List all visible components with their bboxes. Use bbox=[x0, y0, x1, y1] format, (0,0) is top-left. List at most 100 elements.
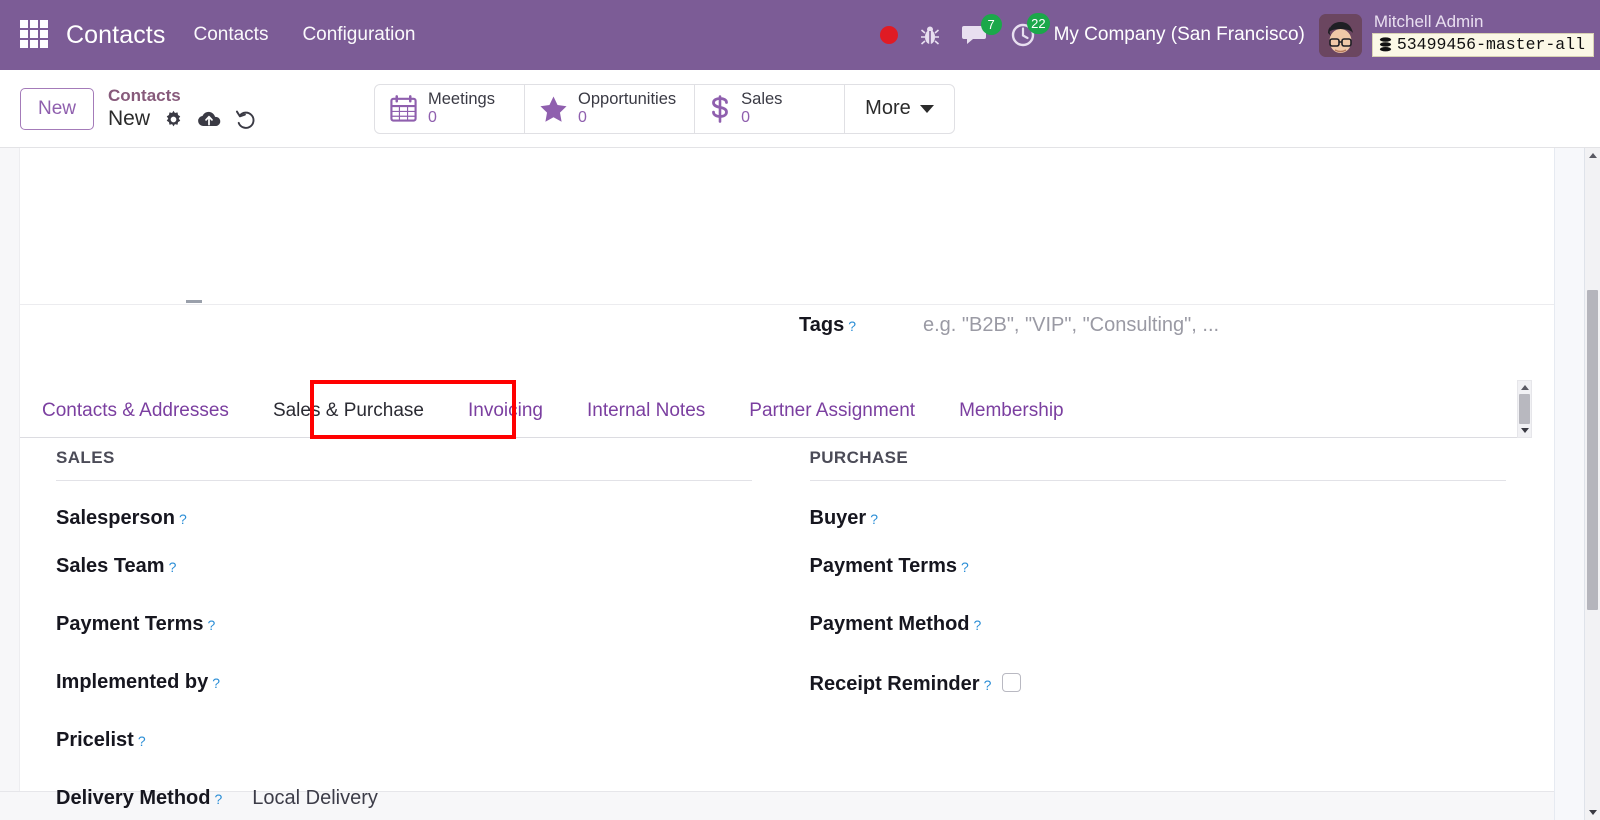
control-panel: New Contacts New bbox=[0, 70, 1600, 148]
discard-undo-icon[interactable] bbox=[235, 109, 256, 129]
user-name-label: Mitchell Admin bbox=[1372, 13, 1594, 31]
activities-badge: 22 bbox=[1027, 13, 1049, 34]
star-icon bbox=[539, 95, 568, 123]
stat-button-meetings[interactable]: Meetings 0 bbox=[375, 85, 525, 133]
page-scroll-down-arrow-icon[interactable] bbox=[1585, 805, 1600, 819]
activities-clock-icon[interactable]: 22 bbox=[1010, 22, 1036, 48]
tags-field-row: Tags ? e.g. "B2B", "VIP", "Consulting", … bbox=[799, 314, 1219, 337]
field-row-payment-method[interactable]: Payment Method ? bbox=[810, 597, 1521, 655]
page-scroll-up-arrow-icon[interactable] bbox=[1585, 148, 1600, 162]
chevron-down-icon bbox=[920, 105, 934, 113]
field-help-icon-sales-payment-terms[interactable]: ? bbox=[207, 617, 215, 633]
field-label-implemented-by: Implemented by bbox=[56, 671, 208, 694]
database-icon bbox=[1379, 37, 1392, 52]
field-value-delivery-method[interactable]: Local Delivery bbox=[252, 787, 378, 810]
record-dot-icon[interactable] bbox=[880, 26, 898, 44]
stat-label-sales: Sales bbox=[741, 90, 782, 109]
stat-buttons-group: Meetings 0 Opportunities 0 bbox=[374, 84, 955, 134]
field-row-sales-team[interactable]: Sales Team ? bbox=[56, 539, 767, 597]
stat-label-meetings: Meetings bbox=[428, 90, 495, 109]
field-help-icon-sales-team[interactable]: ? bbox=[169, 559, 177, 575]
partially-scrolled-input-underline[interactable] bbox=[186, 300, 202, 303]
page-scroll-gutter bbox=[1554, 148, 1584, 820]
field-help-icon-implemented-by[interactable]: ? bbox=[212, 675, 220, 691]
cloud-upload-icon[interactable] bbox=[197, 110, 221, 129]
field-help-icon-payment-method[interactable]: ? bbox=[974, 617, 982, 633]
breadcrumb-parent-contacts[interactable]: Contacts bbox=[108, 86, 256, 106]
field-row-pricelist[interactable]: Pricelist ? bbox=[56, 713, 767, 771]
stat-button-sales[interactable]: Sales 0 bbox=[695, 85, 845, 133]
new-button[interactable]: New bbox=[20, 88, 94, 130]
field-help-icon-buyer[interactable]: ? bbox=[870, 511, 878, 527]
field-row-purchase-payment-terms[interactable]: Payment Terms ? bbox=[810, 539, 1521, 597]
field-row-delivery-method[interactable]: Delivery Method ? Local Delivery bbox=[56, 771, 767, 820]
navbar-system-icons: 7 22 bbox=[880, 22, 1036, 48]
menu-item-configuration[interactable]: Configuration bbox=[300, 18, 417, 52]
field-label-sales-team: Sales Team bbox=[56, 555, 165, 578]
breadcrumb-current-record: New bbox=[108, 107, 150, 131]
field-row-receipt-reminder[interactable]: Receipt Reminder ? bbox=[810, 655, 1521, 713]
tags-label: Tags bbox=[799, 314, 844, 337]
user-menu[interactable]: Mitchell Admin 53499456-master-all bbox=[1372, 13, 1594, 57]
tags-help-icon[interactable]: ? bbox=[848, 318, 856, 334]
menu-item-contacts[interactable]: Contacts bbox=[191, 18, 270, 52]
page-scrollbar[interactable] bbox=[1584, 148, 1600, 820]
form-viewport: Tags ? e.g. "B2B", "VIP", "Consulting", … bbox=[0, 148, 1600, 820]
stat-button-opportunities[interactable]: Opportunities 0 bbox=[525, 85, 695, 133]
group-title-purchase: PURCHASE bbox=[810, 448, 1506, 481]
tab-content-columns: SALES Salesperson ? Sales Team ? Payment… bbox=[0, 448, 1520, 820]
apps-grid-icon[interactable] bbox=[20, 20, 50, 50]
app-brand-title[interactable]: Contacts bbox=[66, 21, 165, 50]
group-purchase: PURCHASE Buyer ? Payment Terms ? Payment… bbox=[810, 448, 1521, 820]
field-label-payment-method: Payment Method bbox=[810, 613, 970, 636]
notebook-scrollbar-thumb[interactable] bbox=[1519, 394, 1530, 424]
field-help-icon-delivery-method[interactable]: ? bbox=[214, 791, 222, 807]
breadcrumb-current-row: New bbox=[108, 107, 256, 131]
tab-sales-and-purchase[interactable]: Sales & Purchase bbox=[251, 400, 446, 437]
form-notebook-tabs: Contacts & Addresses Sales & Purchase In… bbox=[20, 382, 1517, 438]
top-navbar: Contacts Contacts Configuration 7 bbox=[0, 0, 1600, 70]
gear-icon[interactable] bbox=[164, 110, 183, 129]
bug-icon[interactable] bbox=[920, 24, 940, 46]
tags-input[interactable]: e.g. "B2B", "VIP", "Consulting", ... bbox=[923, 314, 1219, 337]
calendar-icon bbox=[389, 94, 418, 123]
tab-contacts-and-addresses[interactable]: Contacts & Addresses bbox=[20, 400, 251, 437]
stat-value-sales: 0 bbox=[741, 109, 782, 127]
field-row-sales-payment-terms[interactable]: Payment Terms ? bbox=[56, 597, 767, 655]
group-sales: SALES Salesperson ? Sales Team ? Payment… bbox=[56, 448, 767, 820]
field-help-icon-purchase-payment-terms[interactable]: ? bbox=[961, 559, 969, 575]
page-scrollbar-thumb[interactable] bbox=[1587, 290, 1598, 610]
field-label-pricelist: Pricelist bbox=[56, 729, 134, 752]
field-help-icon-salesperson[interactable]: ? bbox=[179, 511, 187, 527]
more-stat-buttons-dropdown[interactable]: More bbox=[845, 85, 954, 133]
field-row-implemented-by[interactable]: Implemented by ? bbox=[56, 655, 767, 713]
messages-badge: 7 bbox=[981, 14, 1002, 35]
user-avatar[interactable] bbox=[1319, 14, 1362, 57]
database-name-text: 53499456-master-all bbox=[1397, 36, 1585, 53]
notebook-scroll-down-arrow-icon[interactable] bbox=[1518, 425, 1531, 436]
breadcrumb: Contacts New bbox=[108, 86, 256, 132]
field-help-icon-pricelist[interactable]: ? bbox=[138, 733, 146, 749]
scrolled-content-cut-divider bbox=[20, 304, 1585, 305]
navbar-menu: Contacts Configuration bbox=[191, 18, 417, 52]
field-label-sales-payment-terms: Payment Terms bbox=[56, 613, 203, 636]
tab-internal-notes[interactable]: Internal Notes bbox=[565, 400, 727, 437]
receipt-reminder-checkbox[interactable] bbox=[1002, 673, 1021, 692]
tab-partner-assignment[interactable]: Partner Assignment bbox=[727, 400, 937, 437]
field-help-icon-receipt-reminder[interactable]: ? bbox=[984, 677, 992, 693]
current-company-name[interactable]: My Company (San Francisco) bbox=[1054, 24, 1305, 46]
notebook-scroll-up-arrow-icon[interactable] bbox=[1518, 382, 1531, 393]
stat-value-opportunities: 0 bbox=[578, 109, 676, 127]
field-row-salesperson[interactable]: Salesperson ? bbox=[56, 481, 767, 539]
notebook-scrollbar[interactable] bbox=[1517, 380, 1532, 438]
field-row-buyer[interactable]: Buyer ? bbox=[810, 481, 1521, 539]
dollar-icon bbox=[709, 94, 731, 124]
tab-invoicing[interactable]: Invoicing bbox=[446, 400, 565, 437]
field-label-delivery-method: Delivery Method bbox=[56, 787, 210, 810]
messages-icon[interactable]: 7 bbox=[962, 23, 988, 47]
tab-membership[interactable]: Membership bbox=[937, 400, 1086, 437]
field-label-salesperson: Salesperson bbox=[56, 507, 175, 530]
stat-value-meetings: 0 bbox=[428, 109, 495, 127]
database-name-chip: 53499456-master-all bbox=[1372, 33, 1594, 57]
group-title-sales: SALES bbox=[56, 448, 752, 481]
